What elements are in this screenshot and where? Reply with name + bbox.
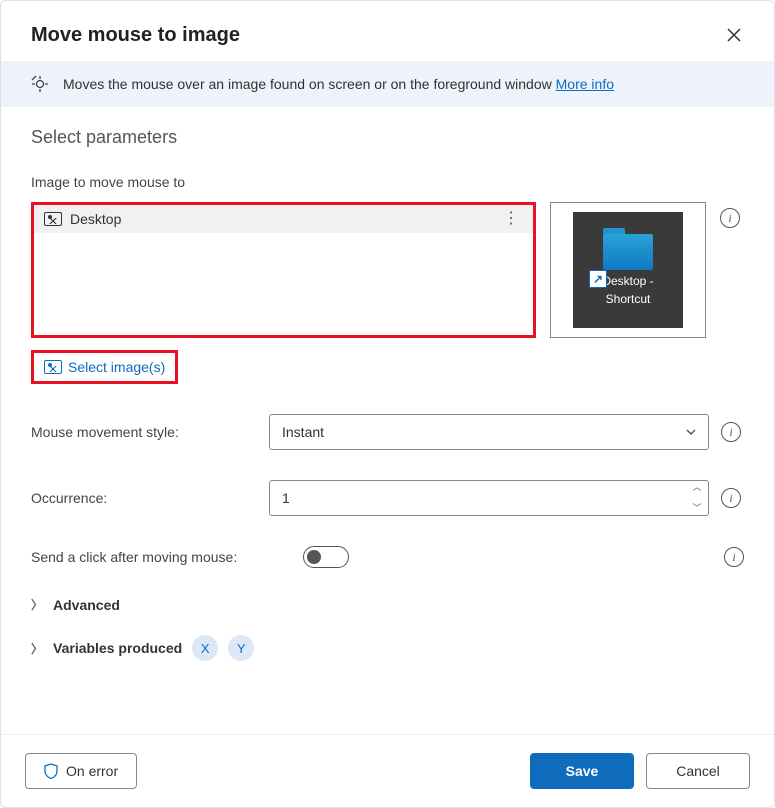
occurrence-input[interactable]: 1 ︿ ﹀ xyxy=(269,480,709,516)
info-icon[interactable]: i xyxy=(724,547,744,567)
variable-badge-x[interactable]: X xyxy=(192,635,218,661)
movement-style-label: Mouse movement style: xyxy=(31,424,257,440)
preview-caption-1: Desktop - xyxy=(602,274,653,288)
image-list[interactable]: Desktop ⋮ xyxy=(31,202,536,338)
save-label: Save xyxy=(566,763,599,779)
step-up-button[interactable]: ︿ xyxy=(688,483,706,492)
image-icon xyxy=(44,212,62,226)
variables-label: Variables produced xyxy=(53,640,182,656)
send-click-toggle[interactable] xyxy=(303,546,349,568)
mouse-target-icon xyxy=(31,75,49,93)
select-images-label: Select image(s) xyxy=(68,359,165,375)
occurrence-row: Occurrence: 1 ︿ ﹀ i xyxy=(31,480,744,516)
chevron-down-icon xyxy=(684,425,698,439)
section-title: Select parameters xyxy=(31,127,744,148)
occurrence-value: 1 xyxy=(282,490,290,506)
close-button[interactable] xyxy=(718,19,750,51)
image-field-label: Image to move mouse to xyxy=(31,174,744,190)
variable-badge-y[interactable]: Y xyxy=(228,635,254,661)
cancel-button[interactable]: Cancel xyxy=(646,753,750,789)
occurrence-label: Occurrence: xyxy=(31,490,257,506)
dialog-footer: On error Save Cancel xyxy=(1,734,774,807)
info-banner: Moves the mouse over an image found on s… xyxy=(1,61,774,107)
save-button[interactable]: Save xyxy=(530,753,634,789)
movement-style-value: Instant xyxy=(282,424,324,440)
variables-expander[interactable]: 〉 Variables produced X Y xyxy=(31,635,744,661)
folder-icon xyxy=(603,234,653,270)
image-preview: ↗ Desktop - Shortcut xyxy=(550,202,706,338)
image-icon xyxy=(44,360,62,374)
shortcut-overlay-icon: ↗ xyxy=(589,270,607,288)
dialog-header: Move mouse to image xyxy=(1,1,774,61)
dialog-move-mouse-to-image: Move mouse to image Moves the mouse over… xyxy=(0,0,775,808)
chevron-right-icon: 〉 xyxy=(31,596,43,613)
info-banner-text: Moves the mouse over an image found on s… xyxy=(63,76,614,92)
numeric-steppers: ︿ ﹀ xyxy=(688,483,706,513)
info-icon[interactable]: i xyxy=(721,488,741,508)
preview-caption-2: Shortcut xyxy=(606,292,651,306)
image-selection-row: Desktop ⋮ ↗ Desktop - Shortcut i xyxy=(31,202,744,338)
advanced-expander[interactable]: 〉 Advanced xyxy=(31,596,744,613)
movement-style-select[interactable]: Instant xyxy=(269,414,709,450)
more-info-link[interactable]: More info xyxy=(556,76,614,92)
cancel-label: Cancel xyxy=(676,763,720,779)
dialog-title: Move mouse to image xyxy=(31,24,240,47)
dialog-body: Select parameters Image to move mouse to… xyxy=(1,107,774,734)
close-icon xyxy=(727,28,741,42)
info-icon[interactable]: i xyxy=(720,208,740,228)
preview-thumbnail: ↗ Desktop - Shortcut xyxy=(573,212,683,328)
image-item-label: Desktop xyxy=(70,211,121,227)
select-images-button[interactable]: Select image(s) xyxy=(31,350,178,384)
on-error-label: On error xyxy=(66,763,118,779)
send-click-label: Send a click after moving mouse: xyxy=(31,549,291,565)
chevron-right-icon: 〉 xyxy=(31,640,43,657)
info-icon[interactable]: i xyxy=(721,422,741,442)
send-click-row: Send a click after moving mouse: i xyxy=(31,546,744,568)
info-banner-message: Moves the mouse over an image found on s… xyxy=(63,76,552,92)
advanced-label: Advanced xyxy=(53,597,120,613)
on-error-button[interactable]: On error xyxy=(25,753,137,789)
shield-icon xyxy=(44,763,58,779)
movement-style-row: Mouse movement style: Instant i xyxy=(31,414,744,450)
image-list-item[interactable]: Desktop ⋮ xyxy=(34,205,533,233)
more-options-button[interactable]: ⋮ xyxy=(499,215,523,223)
step-down-button[interactable]: ﹀ xyxy=(688,504,706,513)
